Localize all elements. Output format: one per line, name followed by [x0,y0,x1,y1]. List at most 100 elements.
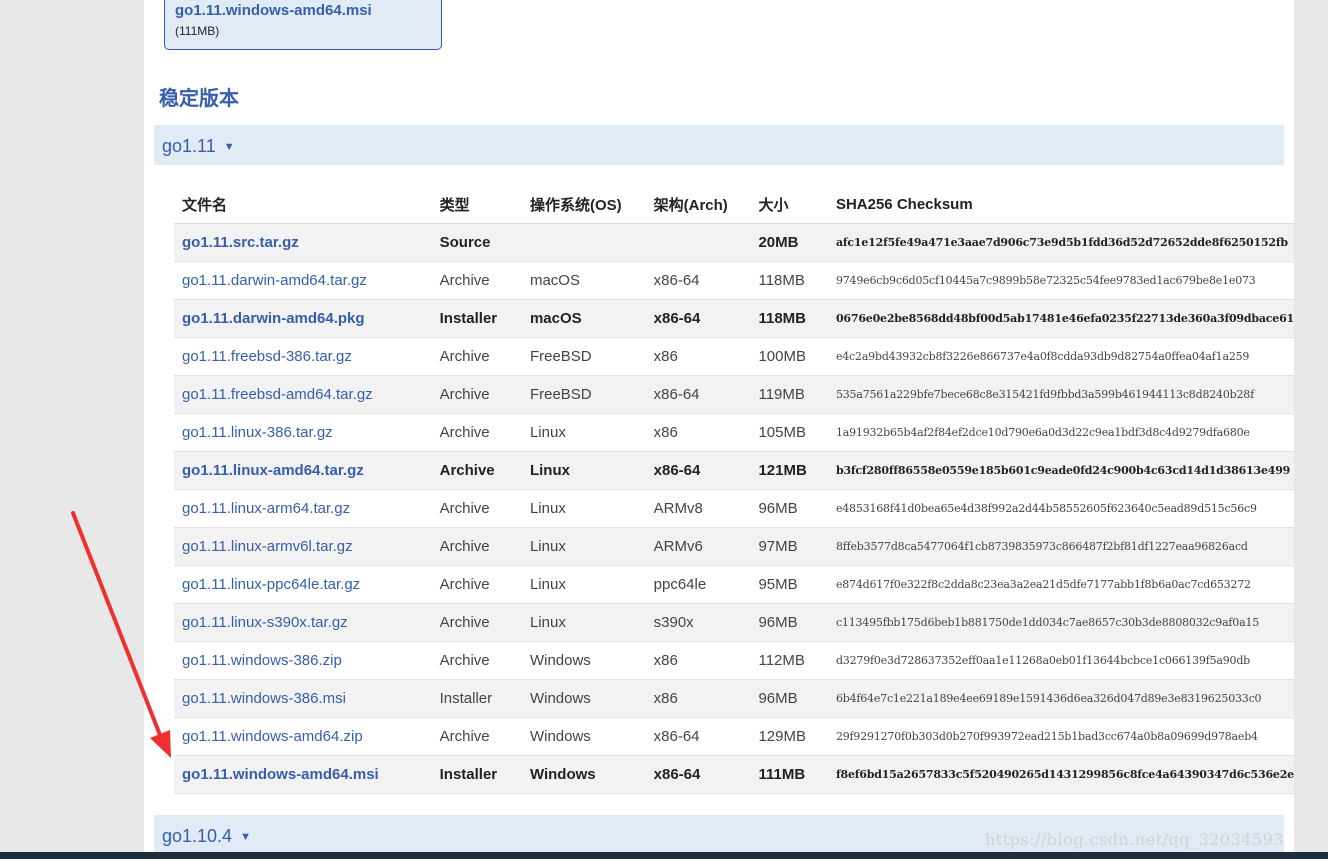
cell-kind: Archive [431,641,522,680]
featured-download-box[interactable]: go1.11.windows-amd64.msi (111MB) [164,0,442,50]
table-header-row: 文件名 类型 操作系统(OS) 架构(Arch) 大小 SHA256 Check… [174,186,1294,224]
cell-size: 119MB [750,375,828,414]
cell-sum: e874d617f0e322f8c2dda8c23ea3a2ea21d5dfe7… [827,565,1294,604]
cell-kind: Installer [431,755,522,794]
download-link[interactable]: go1.11.linux-amd64.tar.gz [182,462,364,479]
cell-arch: x86 [645,337,751,376]
table-row: go1.11.freebsd-386.tar.gz Archive FreeBSD x… [174,337,1294,376]
cell-kind: Archive [431,375,522,414]
cell-sum: e4c2a9bd43932cb8f3226e866737e4a0f8cdda93… [827,337,1294,376]
caret-down-icon: ▼ [240,831,251,843]
cell-os: FreeBSD [521,375,646,414]
download-link[interactable]: go1.11.linux-386.tar.gz [182,424,333,441]
cell-size: 97MB [750,527,828,566]
cell-arch: x86 [645,413,751,452]
table-row: go1.11.freebsd-amd64.tar.gz Archive FreeBS… [174,375,1294,414]
taskbar-strip [0,852,1328,859]
cell-size: 121MB [750,451,828,490]
cell-sum: f8ef6bd15a2657833c5f520490265d1431299856… [827,755,1294,794]
cell-size: 95MB [750,565,828,604]
download-link[interactable]: go1.11.linux-arm64.tar.gz [182,500,350,517]
download-link[interactable]: go1.11.darwin-amd64.pkg [182,310,365,327]
cell-sum: 29f9291270f0b303d0b270f993972ead215b1bad… [827,717,1294,756]
cell-filename: go1.11.freebsd-386.tar.gz [174,337,432,376]
cell-kind: Source [431,223,522,262]
cell-arch: x86-64 [645,299,751,338]
cell-size: 105MB [750,413,828,452]
cell-os: Linux [521,603,646,642]
cell-arch: x86-64 [645,717,751,756]
table-row: go1.11.linux-armv6l.tar.gz Archive Linux AR… [174,527,1294,566]
cell-filename: go1.11.linux-s390x.tar.gz [174,603,432,642]
cell-arch: ARMv8 [645,489,751,528]
cell-os: Windows [521,717,646,756]
download-link[interactable]: go1.11.freebsd-amd64.tar.gz [182,386,373,403]
cell-os: Linux [521,451,646,490]
cell-filename: go1.11.windows-amd64.msi [174,755,432,794]
download-link[interactable]: go1.11.linux-s390x.tar.gz [182,614,348,631]
cell-filename: go1.11.darwin-amd64.pkg [174,299,432,338]
cell-os: Windows [521,641,646,680]
table-row: go1.11.windows-amd64.msi Installer Windows… [174,755,1294,794]
download-link[interactable]: go1.11.windows-386.msi [182,690,346,707]
cell-size: 20MB [750,223,828,262]
download-link[interactable]: go1.11.linux-ppc64le.tar.gz [182,576,360,593]
column-header-checksum: SHA256 Checksum [827,186,1294,224]
watermark: https://blog.csdn.net/qq_32034593 [985,830,1284,849]
version-label: go1.11 [162,136,216,156]
cell-filename: go1.11.linux-386.tar.gz [174,413,432,452]
download-link[interactable]: go1.11.freebsd-386.tar.gz [182,348,352,365]
download-link[interactable]: go1.11.linux-armv6l.tar.gz [182,538,353,555]
cell-kind: Archive [431,489,522,528]
table-row: go1.11.windows-amd64.zip Archive Windows x8… [174,717,1294,756]
download-link[interactable]: go1.11.windows-amd64.zip [182,728,363,745]
table-row: go1.11.windows-386.zip Archive Windows x86 1… [174,641,1294,680]
featured-download-link[interactable]: go1.11.windows-amd64.msi [175,2,441,19]
cell-arch: x86-64 [645,755,751,794]
table-row: go1.11.linux-arm64.tar.gz Archive Linux ARM… [174,489,1294,528]
column-header-os: 操作系统(OS) [521,186,646,224]
cell-kind: Archive [431,451,522,490]
cell-kind: Archive [431,337,522,376]
version-toggle-go1-11[interactable]: go1.11 ▼ [154,125,1284,165]
cell-kind: Archive [431,603,522,642]
cell-sum: 1a91932b65b4af2f84ef2dce10d790e6a0d3d22c… [827,413,1294,452]
download-link[interactable]: go1.11.src.tar.gz [182,234,299,251]
cell-filename: go1.11.src.tar.gz [174,223,432,262]
table-row: go1.11.darwin-amd64.pkg Installer macOS x86… [174,299,1294,338]
cell-arch: x86-64 [645,375,751,414]
cell-os: Linux [521,565,646,604]
download-link[interactable]: go1.11.darwin-amd64.tar.gz [182,272,367,289]
cell-os: Windows [521,679,646,718]
cell-filename: go1.11.windows-386.zip [174,641,432,680]
downloads-table: 文件名 类型 操作系统(OS) 架构(Arch) 大小 SHA256 Check… [174,186,1294,794]
cell-os: FreeBSD [521,337,646,376]
cell-os: Windows [521,755,646,794]
cell-kind: Archive [431,261,522,300]
cell-sum: e4853168f41d0bea65e4d38f992a2d44b5855260… [827,489,1294,528]
cell-kind: Archive [431,717,522,756]
download-link[interactable]: go1.11.windows-386.zip [182,652,342,669]
cell-filename: go1.11.linux-ppc64le.tar.gz [174,565,432,604]
cell-kind: Installer [431,679,522,718]
download-page: go1.11.windows-amd64.msi (111MB) 稳定版本 go… [144,0,1294,852]
featured-download-size: (111MB) [175,24,220,38]
cell-os: Linux [521,489,646,528]
cell-arch: x86-64 [645,451,751,490]
cell-size: 118MB [750,299,828,338]
cell-sum: 8ffeb3577d8ca5477064f1cb8739835973c86648… [827,527,1294,566]
cell-kind: Archive [431,413,522,452]
cell-sum: 0676e0e2be8568dd48bf00d5ab17481e46efa023… [827,299,1294,338]
cell-sum: afc1e12f5fe49a471e3aae7d906c73e9d5b1fdd3… [827,223,1294,262]
cell-sum: c113495fbb175d6beb1b881750de1dd034c7ae86… [827,603,1294,642]
cell-filename: go1.11.windows-386.msi [174,679,432,718]
download-link[interactable]: go1.11.windows-amd64.msi [182,766,379,783]
caret-down-icon: ▼ [223,141,235,153]
column-header-arch: 架构(Arch) [645,186,751,224]
cell-arch: x86 [645,641,751,680]
cell-sum: 6b4f64e7c1e221a189e4ee69189e1591436d6ea3… [827,679,1294,718]
cell-filename: go1.11.windows-amd64.zip [174,717,432,756]
cell-os: macOS [521,261,646,300]
cell-arch: x86 [645,679,751,718]
cell-size: 129MB [750,717,828,756]
